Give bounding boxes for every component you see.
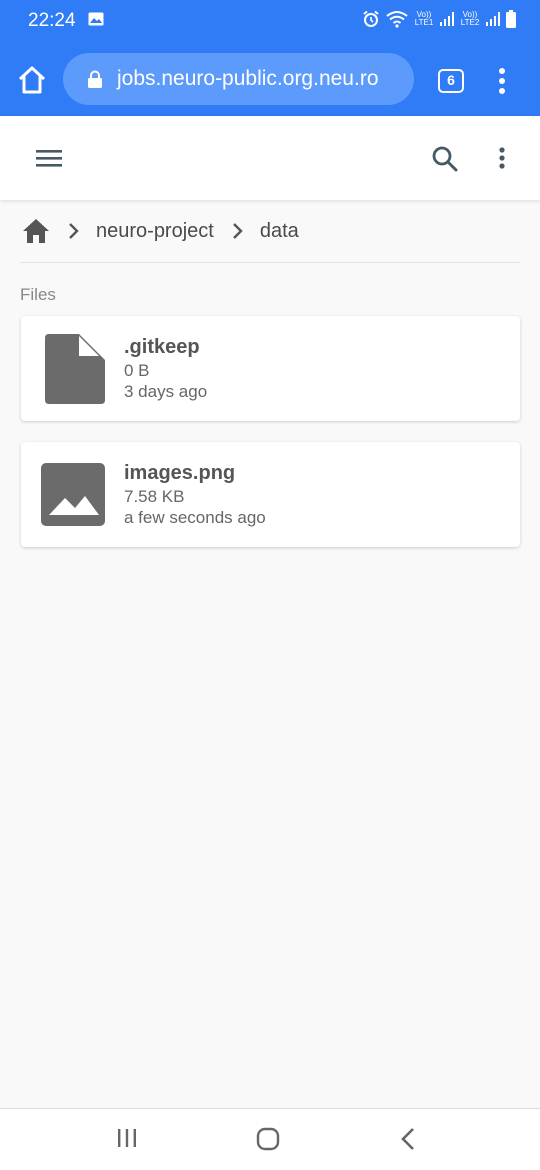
chevron-right-icon (232, 223, 243, 239)
divider (20, 262, 520, 263)
file-name: .gitkeep (124, 336, 200, 358)
sim2-label: Vo)) LTE2 (460, 10, 480, 27)
file-modified: a few seconds ago (124, 508, 266, 527)
lock-icon (88, 70, 102, 88)
battery-icon (506, 10, 516, 28)
file-size: 7.58 KB (124, 487, 185, 506)
search-icon[interactable] (430, 144, 460, 174)
file-size: 0 B (124, 361, 150, 380)
browser-chrome: 22:24 Vo)) LTE1 Vo)) LTE2 jobs.neuro-pub… (0, 0, 540, 116)
url-text: jobs.neuro-public.org.neu.ro (117, 67, 379, 90)
image-icon (41, 463, 105, 526)
breadcrumb-item-project[interactable]: neuro-project (96, 220, 214, 243)
wifi-icon (386, 11, 408, 28)
url-field[interactable]: jobs.neuro-public.org.neu.ro (63, 53, 414, 105)
back-icon[interactable] (398, 1126, 418, 1152)
breadcrumb: neuro-project data (22, 214, 299, 248)
browser-menu-icon[interactable] (494, 67, 510, 95)
file-modified: 3 days ago (124, 382, 208, 401)
sim1-label: Vo)) LTE1 (414, 10, 434, 27)
chevron-right-icon (69, 223, 79, 239)
file-icon (45, 334, 105, 404)
signal-icon (440, 12, 454, 26)
recent-apps-icon[interactable] (116, 1127, 138, 1149)
breadcrumb-item-data[interactable]: data (260, 220, 299, 243)
status-icons: Vo)) LTE1 Vo)) LTE2 (362, 10, 516, 28)
browser-url-bar: jobs.neuro-public.org.neu.ro 6 (0, 42, 540, 116)
breadcrumb-home-icon[interactable] (22, 218, 50, 244)
app-header (0, 116, 540, 200)
signal-icon (486, 12, 500, 26)
status-time: 22:24 (28, 10, 76, 31)
alarm-icon (363, 10, 379, 27)
hamburger-menu-icon[interactable] (36, 148, 64, 168)
files-section-label: Files (20, 285, 56, 304)
file-card[interactable]: images.png 7.58 KB a few seconds ago (21, 442, 520, 547)
system-navigation-bar (0, 1108, 540, 1170)
home-icon[interactable] (256, 1127, 280, 1151)
file-card[interactable]: .gitkeep 0 B 3 days ago (21, 316, 520, 421)
tab-switcher-button[interactable]: 6 (438, 69, 464, 93)
file-name: images.png (124, 462, 236, 484)
browser-home-icon[interactable] (16, 64, 48, 96)
gallery-notification-icon (88, 12, 104, 26)
more-options-icon[interactable] (492, 144, 512, 174)
status-bar: 22:24 Vo)) LTE1 Vo)) LTE2 (0, 0, 540, 42)
